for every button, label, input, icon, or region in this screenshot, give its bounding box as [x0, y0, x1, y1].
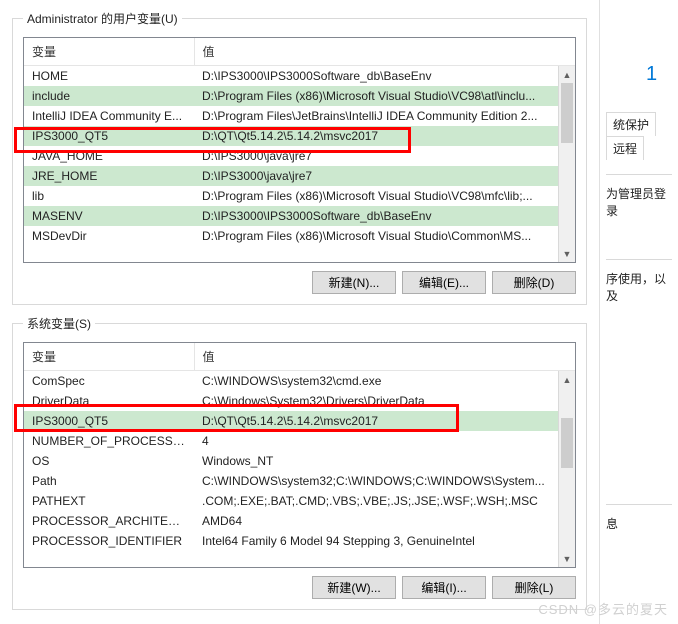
table-row[interactable]: libD:\Program Files (x86)\Microsoft Visu… — [24, 186, 575, 206]
col-header-name[interactable]: 变量 — [24, 38, 194, 66]
partial-number: 1 — [646, 63, 672, 86]
var-name-cell: lib — [24, 186, 194, 206]
table-row[interactable]: MSDevDirD:\Program Files (x86)\Microsoft… — [24, 226, 575, 246]
table-row[interactable]: NUMBER_OF_PROCESSORS4 — [24, 431, 575, 451]
var-value-cell: C:\WINDOWS\system32;C:\WINDOWS;C:\WINDOW… — [194, 471, 575, 491]
var-name-cell: PROCESSOR_ARCHITECTU... — [24, 511, 194, 531]
var-value-cell: D:\IPS3000\java\jre7 — [194, 166, 575, 186]
var-name-cell: include — [24, 86, 194, 106]
var-value-cell: D:\IPS3000\java\jre7 — [194, 146, 575, 166]
table-row[interactable]: IntelliJ IDEA Community E...D:\Program F… — [24, 106, 575, 126]
table-row[interactable]: OSWindows_NT — [24, 451, 575, 471]
user-vars-legend: Administrator 的用户变量(U) — [23, 10, 182, 27]
var-name-cell: MASENV — [24, 206, 194, 226]
system-vars-group: 系统变量(S) 变量 值 ComSpecC:\WINDOWS\system32\… — [12, 315, 587, 610]
scroll-thumb[interactable] — [561, 83, 573, 143]
var-name-cell: Path — [24, 471, 194, 491]
table-row[interactable]: ComSpecC:\WINDOWS\system32\cmd.exe — [24, 371, 575, 391]
table-row[interactable]: IPS3000_QT5D:\QT\Qt5.14.2\5.14.2\msvc201… — [24, 126, 575, 146]
table-row[interactable]: IPS3000_QT5D:\QT\Qt5.14.2\5.14.2\msvc201… — [24, 411, 575, 431]
table-header-row: 变量 值 — [24, 343, 575, 371]
col-header-value[interactable]: 值 — [194, 38, 575, 66]
system-vars-legend: 系统变量(S) — [23, 315, 95, 332]
var-value-cell: Intel64 Family 6 Model 94 Stepping 3, Ge… — [194, 531, 575, 551]
text-fragment: 序使用，以及 — [606, 270, 672, 304]
var-value-cell: D:\Program Files\JetBrains\IntelliJ IDEA… — [194, 106, 575, 126]
table-row[interactable]: PROCESSOR_ARCHITECTU...AMD64 — [24, 511, 575, 531]
table-row[interactable]: DriverDataC:\Windows\System32\Drivers\Dr… — [24, 391, 575, 411]
var-name-cell: PATHEXT — [24, 491, 194, 511]
scroll-up-icon[interactable]: ▲ — [559, 371, 575, 388]
var-name-cell: NUMBER_OF_PROCESSORS — [24, 431, 194, 451]
var-value-cell: D:\IPS3000\IPS3000Software_db\BaseEnv — [194, 66, 575, 86]
env-vars-dialog: Administrator 的用户变量(U) 变量 值 HOMED:\IPS30… — [0, 0, 600, 624]
user-vars-table[interactable]: 变量 值 HOMED:\IPS3000\IPS3000Software_db\B… — [23, 37, 576, 263]
var-name-cell: HOME — [24, 66, 194, 86]
var-value-cell: D:\IPS3000\IPS3000Software_db\BaseEnv — [194, 206, 575, 226]
user-edit-button[interactable]: 编辑(E)... — [402, 271, 486, 294]
right-background-panel: 1 统保护远程 为管理员登录 序使用，以及 息 — [600, 0, 678, 624]
scroll-down-icon[interactable]: ▼ — [559, 550, 575, 567]
var-name-cell: ComSpec — [24, 371, 194, 391]
table-row[interactable]: JRE_HOMED:\IPS3000\java\jre7 — [24, 166, 575, 186]
text-fragment: 息 — [606, 515, 672, 532]
var-value-cell: D:\QT\Qt5.14.2\5.14.2\msvc2017 — [194, 126, 575, 146]
var-name-cell: JRE_HOME — [24, 166, 194, 186]
var-value-cell: D:\Program Files (x86)\Microsoft Visual … — [194, 86, 575, 106]
system-vars-table[interactable]: 变量 值 ComSpecC:\WINDOWS\system32\cmd.exeD… — [23, 342, 576, 568]
var-value-cell: D:\Program Files (x86)\Microsoft Visual … — [194, 226, 575, 246]
var-name-cell: IntelliJ IDEA Community E... — [24, 106, 194, 126]
var-name-cell: JAVA_HOME — [24, 146, 194, 166]
table-row[interactable]: MASENVD:\IPS3000\IPS3000Software_db\Base… — [24, 206, 575, 226]
var-value-cell: Windows_NT — [194, 451, 575, 471]
tab-fragment-remote[interactable]: 远程 — [606, 136, 644, 160]
user-vars-group: Administrator 的用户变量(U) 变量 值 HOMED:\IPS30… — [12, 10, 587, 305]
table-row[interactable]: JAVA_HOMED:\IPS3000\java\jre7 — [24, 146, 575, 166]
table-header-row: 变量 值 — [24, 38, 575, 66]
var-name-cell: DriverData — [24, 391, 194, 411]
var-value-cell: C:\Windows\System32\Drivers\DriverData — [194, 391, 575, 411]
table-row[interactable]: HOMED:\IPS3000\IPS3000Software_db\BaseEn… — [24, 66, 575, 86]
system-vars-scrollbar[interactable]: ▲ ▼ — [558, 371, 575, 567]
system-delete-button[interactable]: 删除(L) — [492, 576, 576, 599]
var-value-cell: C:\WINDOWS\system32\cmd.exe — [194, 371, 575, 391]
table-row[interactable]: PROCESSOR_IDENTIFIERIntel64 Family 6 Mod… — [24, 531, 575, 551]
scroll-thumb[interactable] — [561, 418, 573, 468]
var-name-cell: IPS3000_QT5 — [24, 126, 194, 146]
var-value-cell: 4 — [194, 431, 575, 451]
tab-fragment-protect[interactable]: 统保护 — [606, 112, 656, 136]
col-header-value[interactable]: 值 — [194, 343, 575, 371]
scroll-up-icon[interactable]: ▲ — [559, 66, 575, 83]
var-value-cell: D:\Program Files (x86)\Microsoft Visual … — [194, 186, 575, 206]
system-edit-button[interactable]: 编辑(I)... — [402, 576, 486, 599]
system-new-button[interactable]: 新建(W)... — [312, 576, 396, 599]
var-value-cell: AMD64 — [194, 511, 575, 531]
var-name-cell: IPS3000_QT5 — [24, 411, 194, 431]
text-fragment: 为管理员登录 — [606, 185, 672, 219]
table-row[interactable]: PathC:\WINDOWS\system32;C:\WINDOWS;C:\WI… — [24, 471, 575, 491]
table-row[interactable]: PATHEXT.COM;.EXE;.BAT;.CMD;.VBS;.VBE;.JS… — [24, 491, 575, 511]
scroll-down-icon[interactable]: ▼ — [559, 245, 575, 262]
col-header-name[interactable]: 变量 — [24, 343, 194, 371]
user-new-button[interactable]: 新建(N)... — [312, 271, 396, 294]
user-delete-button[interactable]: 删除(D) — [492, 271, 576, 294]
var-value-cell: .COM;.EXE;.BAT;.CMD;.VBS;.VBE;.JS;.JSE;.… — [194, 491, 575, 511]
var-name-cell: OS — [24, 451, 194, 471]
var-name-cell: MSDevDir — [24, 226, 194, 246]
var-name-cell: PROCESSOR_IDENTIFIER — [24, 531, 194, 551]
var-value-cell: D:\QT\Qt5.14.2\5.14.2\msvc2017 — [194, 411, 575, 431]
table-row[interactable]: includeD:\Program Files (x86)\Microsoft … — [24, 86, 575, 106]
user-vars-scrollbar[interactable]: ▲ ▼ — [558, 66, 575, 262]
